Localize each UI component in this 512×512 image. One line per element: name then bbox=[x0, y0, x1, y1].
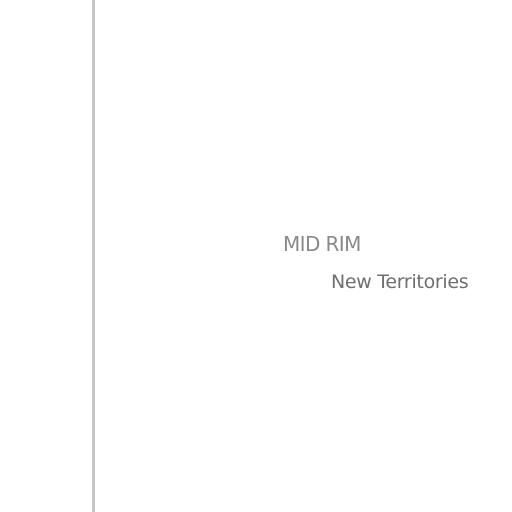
map-boundary-line bbox=[92, 0, 95, 512]
territory-label: New Territories bbox=[331, 271, 469, 293]
map-canvas: MID RIM New Territories bbox=[0, 0, 512, 512]
region-label: MID RIM bbox=[283, 232, 361, 256]
